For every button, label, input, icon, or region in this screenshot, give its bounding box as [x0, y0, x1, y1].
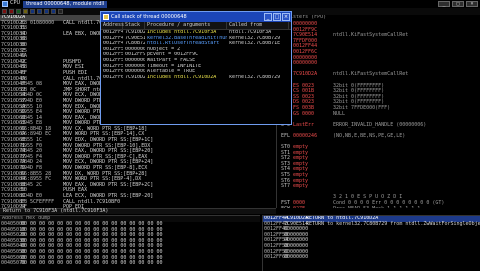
- dialog-maximize-button[interactable]: □: [273, 13, 281, 21]
- register-name: FCW: [281, 206, 293, 208]
- stop-icon[interactable]: [9, 9, 14, 14]
- status-line: Return to 7C910F3A (ntdll.7C910F3A): [0, 208, 276, 214]
- step-over-icon[interactable]: [37, 9, 42, 14]
- run-icon[interactable]: [16, 9, 21, 14]
- maximize-button[interactable]: □: [452, 1, 464, 7]
- dialog-minimize-button[interactable]: _: [264, 13, 272, 21]
- step-into-icon[interactable]: [30, 9, 35, 14]
- register-comment: (NO,NB,E,BE,NS,PE,GE,LE): [333, 132, 406, 139]
- restart-icon[interactable]: [2, 9, 7, 14]
- register-comment: Prec NEAR,53 Mask 1 1 1 1 1 1: [333, 206, 420, 208]
- window-buttons: _ □ ×: [438, 1, 478, 7]
- execute-till-return-icon[interactable]: [58, 9, 63, 14]
- column-header-called-from[interactable]: Called from: [227, 22, 289, 29]
- call-stack-window-icon: [103, 14, 109, 20]
- dump-address: 00405070: [1, 260, 26, 267]
- dump-row[interactable]: 00405070 00 00 00 00 00 00 00 00 00 00 00…: [0, 261, 260, 267]
- close-button[interactable]: ×: [466, 1, 478, 7]
- call-stack-stack: 7C910D2A: [125, 74, 145, 80]
- title-bar: CPU thread 00000648, module ntdll _ □ ×: [0, 0, 480, 8]
- trace-over-icon[interactable]: [51, 9, 56, 14]
- stack-value: 00000000: [284, 254, 309, 261]
- register-comment: ntdll.KiFastSystemCallRet: [333, 32, 409, 39]
- call-stack-row[interactable]: 0012FF647C910D2AIncludes ntdll.7C910D2A k…: [101, 75, 291, 81]
- register-value: 027F: [293, 206, 333, 208]
- memory-dump-pane[interactable]: Address Hex dump 00405000 00 00 00 00 00 …: [0, 215, 260, 271]
- registers-pane[interactable]: Registers (FPU) EAX00000000ECX0012FF9CED…: [278, 15, 480, 208]
- column-header-stack[interactable]: Stack: [123, 22, 145, 29]
- stack-address: 0012FF60: [264, 254, 289, 261]
- minimize-button[interactable]: _: [438, 1, 450, 7]
- call-stack-called-from: kernel32.7C80B729: [229, 74, 281, 80]
- pause-icon[interactable]: [23, 9, 28, 14]
- app-label: CPU: [10, 0, 21, 7]
- trace-into-icon[interactable]: [44, 9, 49, 14]
- register-row[interactable]: FCW027FPrec NEAR,53 Mask 1 1 1 1 1 1: [278, 206, 480, 208]
- dump-hex: 00 00 00 00 00 00 00 00 00 00 00 00 00 0…: [21, 260, 163, 267]
- call-stack-columns: Address Stack Procedure / arguments Call…: [101, 22, 291, 30]
- stack-row[interactable]: 0012FF60 00000000: [263, 255, 480, 261]
- call-stack-title: Call stack of thread 00000648: [111, 14, 187, 20]
- call-stack-dialog[interactable]: Call stack of thread 00000648 _ □ × Addr…: [100, 11, 292, 125]
- call-stack-procedure: Includes ntdll.7C910D2A: [147, 74, 217, 80]
- register-comment: NULL: [333, 110, 346, 117]
- stack-comment: RETURN to kernel32.7C80B729 from ntdll.Z…: [306, 220, 480, 227]
- call-stack-dialog-title[interactable]: Call stack of thread 00000648 _ □ ×: [101, 12, 291, 22]
- column-header-address[interactable]: Address: [101, 22, 124, 29]
- dialog-close-button[interactable]: ×: [282, 13, 290, 21]
- cpu-window-icon: [2, 1, 8, 7]
- call-stack-address: 0012FF64: [103, 74, 123, 80]
- window-caption: thread 00000648, module ntdll: [23, 0, 108, 8]
- register-comment: ntdll.KiFastSystemCallRet: [333, 71, 409, 78]
- register-comment: ERROR_INVALID_HANDLE (00000006): [333, 121, 427, 128]
- stack-pane[interactable]: 0012FF44 7C910D2A RETURN to ntdll.7C910D2A…: [262, 215, 480, 271]
- column-header-procedure[interactable]: Procedure / arguments: [145, 22, 227, 29]
